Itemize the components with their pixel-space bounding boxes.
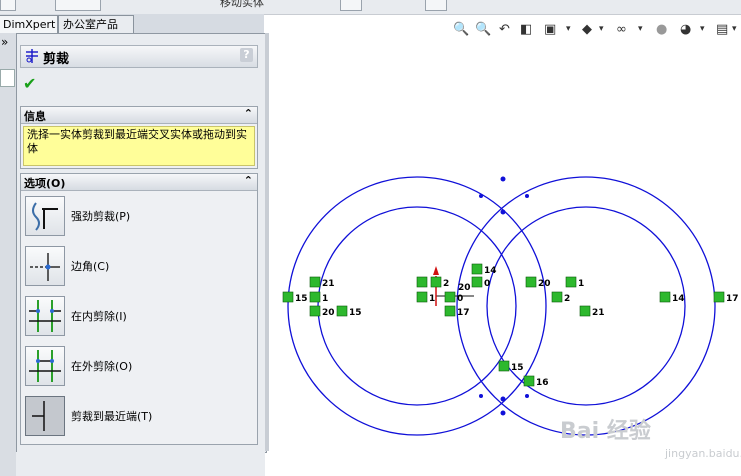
sketch-inner-circle-left[interactable] (317, 206, 517, 406)
toolbar-dropdown-arrow[interactable] (340, 0, 362, 11)
chevron-down-icon[interactable]: ▾ (599, 24, 604, 34)
toolbar-dropdown-arrow[interactable] (425, 0, 447, 11)
manager-tabs: DimXpert 办公室产品 (0, 14, 264, 33)
sketch-outer-circle-left[interactable] (287, 176, 547, 436)
option-power-trim[interactable]: 强劲剪裁(P) (25, 196, 253, 236)
relation-label: 14 (484, 266, 497, 276)
corner-icon[interactable] (25, 246, 65, 286)
relation-label: 14 (672, 294, 685, 304)
property-manager: 剪裁 ? ✔ 信息 ⌃ 洗择一实体剪裁到最近端交叉实体或拖动到实体 选项(O) … (16, 33, 267, 453)
sketch-canvas[interactable]: 21 15 1 20 15 2 20 1 0 17 14 0 20 1 2 21… (270, 42, 741, 476)
watermark-url: jingyan.baidu.com (665, 447, 741, 460)
panel-splitter[interactable] (265, 33, 269, 451)
pm-title-bar: 剪裁 ? (20, 45, 258, 68)
toolbar-dropdown[interactable] (55, 0, 101, 11)
power-trim-icon[interactable] (25, 196, 65, 236)
trim-inside-icon[interactable] (25, 296, 65, 336)
option-trim-nearest[interactable]: 剪裁到最近端(T) (25, 396, 253, 436)
options-header-label: 选项(O) (24, 177, 66, 190)
relation-label: 2 (443, 279, 449, 289)
left-collapse-strip: » (0, 33, 17, 476)
option-label: 剪裁到最近端(T) (71, 410, 153, 423)
collapse-icon[interactable]: ⌃ (244, 107, 253, 120)
scene-icon[interactable]: ◕ (680, 22, 691, 37)
relation-label: 20 (322, 308, 335, 318)
zoom-fit-icon[interactable]: 🔍 (453, 22, 469, 37)
pm-title: 剪裁 (43, 52, 70, 67)
relation-label: 17 (457, 308, 470, 318)
option-corner[interactable]: 边角(C) (25, 246, 253, 286)
info-group: 信息 ⌃ 洗择一实体剪裁到最近端交叉实体或拖动到实体 (20, 106, 258, 169)
option-trim-outside[interactable]: 在外剪除(O) (25, 346, 253, 386)
view-orientation-icon[interactable]: ▣ (544, 22, 556, 37)
info-text: 洗择一实体剪裁到最近端交叉实体或拖动到实体 (23, 126, 255, 166)
zoom-area-icon[interactable]: 🔍 (475, 22, 491, 37)
relation-label: 1 (429, 294, 435, 304)
previous-view-icon[interactable]: ↶ (499, 22, 510, 37)
relation-label: 0 (457, 294, 463, 304)
move-entity-label[interactable]: 移动实体 (220, 0, 264, 10)
relation-label: 2 (564, 294, 570, 304)
tab-dimxpert[interactable]: DimXpert (0, 15, 58, 33)
relation-label: 21 (592, 308, 605, 318)
option-trim-inside[interactable]: 在内剪除(I) (25, 296, 253, 336)
relation-label: 0 (484, 279, 490, 289)
ok-check-icon[interactable]: ✔ (23, 74, 36, 93)
relation-label: 21 (322, 279, 335, 289)
option-label: 在内剪除(I) (71, 310, 127, 323)
trim-outside-icon[interactable] (25, 346, 65, 386)
relation-label: 20 (458, 283, 471, 293)
section-view-icon[interactable]: ◧ (520, 22, 532, 37)
relation-label: 15 (511, 363, 524, 373)
relation-label: 15 (349, 308, 362, 318)
option-label: 边角(C) (71, 260, 110, 273)
trim-nearest-icon[interactable] (25, 396, 65, 436)
appearance-icon[interactable]: ● (656, 22, 667, 37)
toolbar-button[interactable] (0, 0, 16, 11)
collapse-icon[interactable]: ⌃ (244, 174, 253, 187)
strip-box[interactable] (0, 69, 15, 87)
options-header[interactable]: 选项(O) ⌃ (21, 174, 257, 191)
chevron-down-icon[interactable]: ▾ (638, 24, 643, 34)
relation-label: 17 (726, 294, 739, 304)
option-label: 强劲剪裁(P) (71, 210, 131, 223)
view-toolbar: 🔍 🔍 ↶ ◧ ▣ ▾ ◆ ▾ ∞ ▾ ● ◕ ▾ ▤ ▾ (448, 18, 741, 40)
chevron-down-icon[interactable]: ▾ (732, 24, 737, 34)
relation-label: 16 (536, 378, 549, 388)
chevron-down-icon[interactable]: ▾ (700, 24, 705, 34)
hide-show-icon[interactable]: ∞ (616, 22, 627, 37)
display-style-icon[interactable]: ◆ (582, 22, 592, 37)
options-group: 选项(O) ⌃ 强劲剪裁(P) 边角(C) 在内剪除(I) 在外剪除(O) 剪裁… (20, 173, 258, 445)
trim-icon (26, 49, 38, 63)
chevron-down-icon[interactable]: ▾ (566, 24, 571, 34)
option-label: 在外剪除(O) (71, 360, 133, 373)
double-chevron-icon[interactable]: » (1, 35, 8, 49)
info-header-label: 信息 (24, 110, 46, 123)
relation-label: 1 (578, 279, 584, 289)
relation-label: 20 (538, 279, 551, 289)
top-toolbar: 移动实体 (0, 0, 741, 15)
tab-office-products[interactable]: 办公室产品 (58, 15, 134, 33)
help-icon[interactable]: ? (240, 48, 253, 62)
relation-label: 15 (295, 294, 308, 304)
relation-label: 1 (322, 294, 328, 304)
watermark-logo: Bai 经验 (560, 419, 651, 444)
info-header[interactable]: 信息 ⌃ (21, 107, 257, 124)
view-settings-icon[interactable]: ▤ (716, 22, 728, 37)
panel-bottom (16, 452, 265, 476)
